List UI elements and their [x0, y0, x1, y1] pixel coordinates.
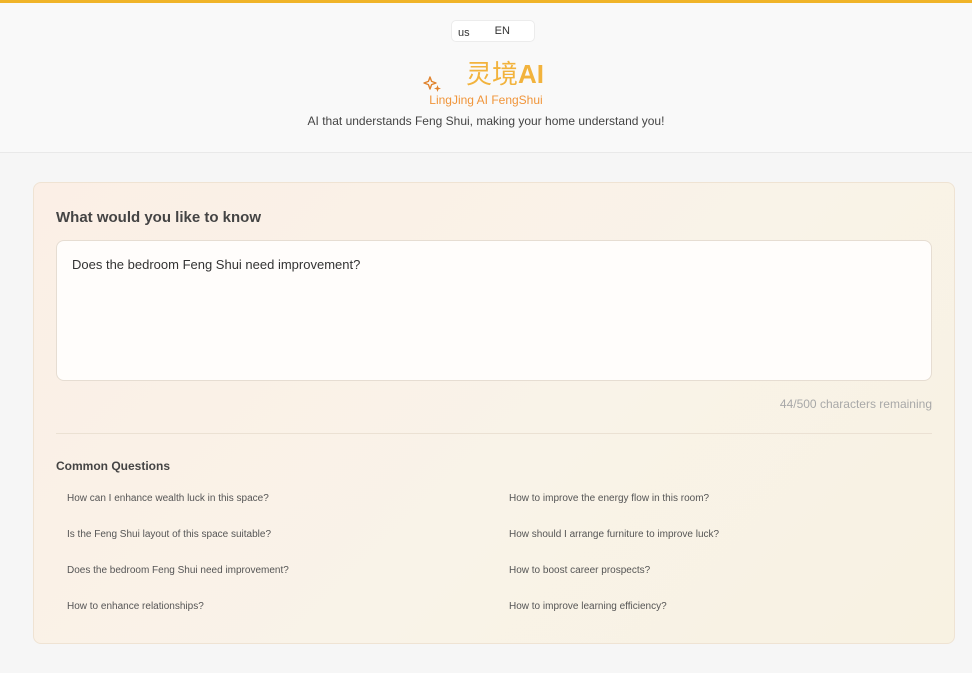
common-question-item[interactable]: How should I arrange furniture to improv… — [509, 529, 719, 540]
question-card-title: What would you like to know — [56, 209, 261, 226]
language-option-en[interactable]: EN — [495, 25, 510, 37]
brand-title: 灵境AI — [466, 59, 544, 89]
common-question-item[interactable]: How to improve the energy flow in this r… — [509, 493, 709, 504]
common-question-item[interactable]: How to boost career prospects? — [509, 565, 650, 576]
common-question-item[interactable]: Is the Feng Shui layout of this space su… — [67, 529, 271, 540]
common-question-item[interactable]: How to improve learning efficiency? — [509, 601, 667, 612]
brand-title-chinese: 灵境 — [466, 59, 519, 89]
common-question-item[interactable]: How to enhance relationships? — [67, 601, 204, 612]
brand-subtitle: LingJing AI FengShui — [429, 93, 543, 107]
app-header: us EN 灵境AI LingJing AI FengShui AI that … — [0, 3, 972, 153]
common-question-item[interactable]: Does the bedroom Feng Shui need improvem… — [67, 565, 289, 576]
section-divider — [56, 433, 932, 434]
character-counter: 44/500 characters remaining — [779, 397, 932, 411]
brand-logo: 灵境AI — [0, 57, 972, 92]
tagline: AI that understands Feng Shui, making yo… — [307, 114, 665, 128]
language-option-us[interactable]: us — [458, 27, 470, 39]
question-input[interactable]: Does the bedroom Feng Shui need improvem… — [56, 240, 932, 381]
brand-title-ai: AI — [518, 59, 545, 89]
common-questions-title: Common Questions — [56, 459, 171, 473]
common-question-item[interactable]: How can I enhance wealth luck in this sp… — [67, 493, 269, 504]
question-card: What would you like to know Does the bed… — [33, 182, 955, 644]
language-switch[interactable]: us EN — [451, 20, 535, 42]
sparkle-icon — [423, 76, 441, 92]
